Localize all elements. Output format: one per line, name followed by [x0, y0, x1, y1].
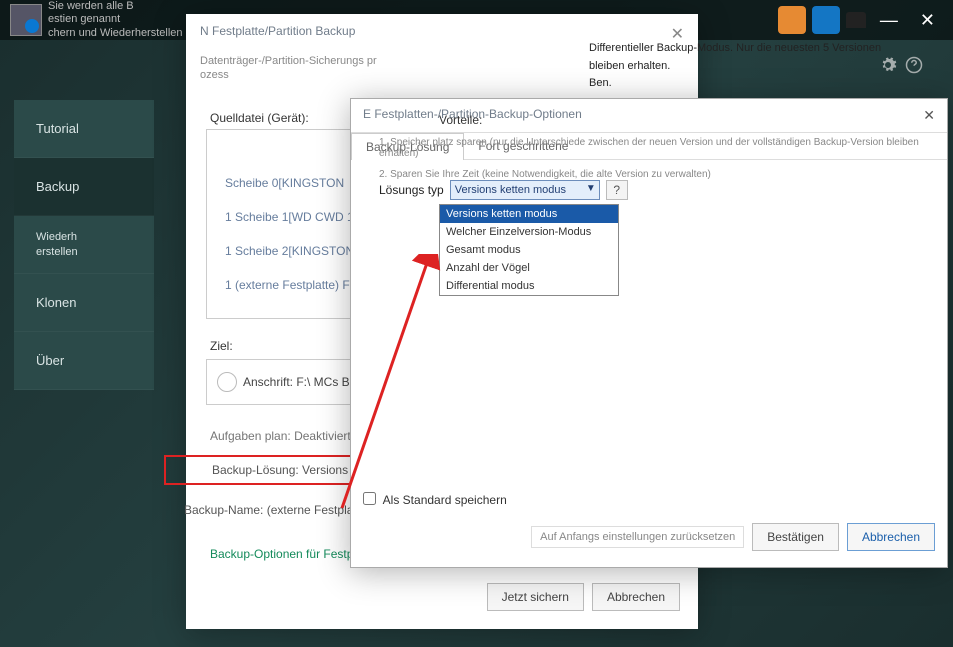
sidebar: Tutorial Backup Wiederh erstellen Klonen…: [14, 100, 154, 390]
save-as-default-checkbox[interactable]: Als Standard speichern: [363, 492, 507, 507]
cancel-button[interactable]: Abbrechen: [847, 523, 935, 551]
sidebar-item-clone[interactable]: Klonen: [14, 274, 154, 332]
dialog-subtitle: Datenträger-/Partition-Sicherungs pr oze…: [186, 54, 426, 91]
app-title-line1: Sie werden alle B: [48, 0, 183, 13]
desc-line1: Differentieller Backup-Modus. Nur die ne…: [589, 40, 919, 75]
app-title-line3: chern und Wiederherstellen: [48, 27, 183, 40]
mode-description: Differentieller Backup-Modus. Nur die ne…: [589, 40, 919, 93]
tray-weibo-icon[interactable]: [778, 6, 806, 34]
dialog-title: N Festplatte/Partition Backup: [200, 24, 355, 44]
sidebar-item-label: Tutorial: [36, 121, 79, 136]
dropdown-item[interactable]: Welcher Einzelversion-Modus: [440, 223, 618, 241]
solution-type-dropdown: Versions ketten modus Welcher Einzelvers…: [439, 204, 619, 296]
app-icon: [10, 4, 42, 36]
backup-now-button[interactable]: Jetzt sichern: [487, 583, 584, 611]
close-button[interactable]: ✕: [912, 10, 943, 31]
sidebar-item-label: Backup: [36, 179, 79, 194]
sidebar-item-restore[interactable]: Wiederh erstellen: [14, 216, 154, 274]
options-dialog: E Festplatten-/Partition-Backup-Optionen…: [350, 98, 948, 568]
app-title-line2: estien genannt: [48, 13, 183, 26]
sidebar-item-about[interactable]: Über: [14, 332, 154, 390]
cancel-button[interactable]: Abbrechen: [592, 583, 680, 611]
sidebar-item-backup[interactable]: Backup: [14, 158, 154, 216]
reset-defaults-button[interactable]: Auf Anfangs einstellungen zurücksetzen: [531, 526, 744, 548]
benefits-label: Vorteile:: [439, 113, 919, 127]
solution-type-label: Lösungs typ: [379, 183, 444, 197]
minimize-button[interactable]: —: [872, 10, 906, 31]
sidebar-item-tutorial[interactable]: Tutorial: [14, 100, 154, 158]
benefit-item: 2. Sparen Sie Ihre Zeit (keine Notwendig…: [379, 169, 919, 180]
sidebar-item-label: Wiederh erstellen: [36, 230, 78, 259]
dropdown-item[interactable]: Versions ketten modus: [440, 205, 618, 223]
dropdown-item[interactable]: Anzahl der Vögel: [440, 259, 618, 277]
dropdown-item[interactable]: Differential modus: [440, 277, 618, 295]
solution-type-select[interactable]: Versions ketten modus ▼: [450, 180, 600, 200]
tray-qq-icon[interactable]: [812, 6, 840, 34]
tray-shirt-icon[interactable]: [846, 12, 866, 28]
checkbox-input[interactable]: [363, 492, 376, 505]
sidebar-item-label: Über: [36, 353, 64, 368]
confirm-button[interactable]: Bestätigen: [752, 523, 839, 551]
benefit-item: 1. Speicher platz sparen (nur die Unters…: [379, 137, 919, 159]
chevron-down-icon: ▼: [586, 183, 596, 194]
desc-line2: Ben.: [589, 75, 919, 93]
help-button[interactable]: ?: [606, 180, 628, 200]
sidebar-item-label: Klonen: [36, 295, 76, 310]
folder-icon: [217, 372, 237, 392]
checkbox-label: Als Standard speichern: [383, 493, 507, 507]
options-close-icon[interactable]: ✕: [923, 107, 935, 124]
select-value: Versions ketten modus: [455, 184, 566, 196]
dropdown-item[interactable]: Gesamt modus: [440, 241, 618, 259]
